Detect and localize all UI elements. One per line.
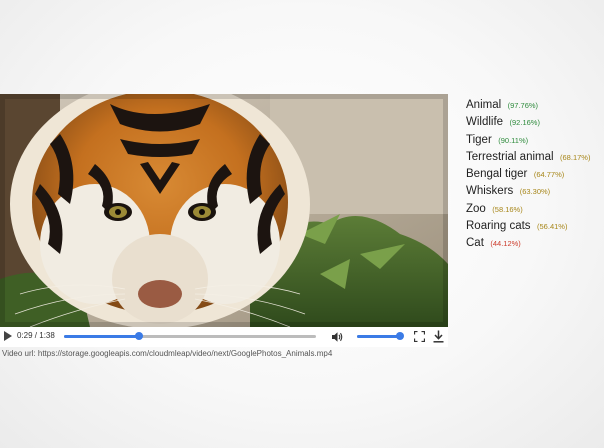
label-score: (58.16%) <box>492 204 523 214</box>
label-item: Animal (97.76%) <box>466 95 602 112</box>
label-name: Wildlife <box>466 116 504 129</box>
progress-thumb[interactable] <box>134 332 143 340</box>
fullscreen-icon[interactable] <box>414 331 425 342</box>
detected-labels-list: Animal (97.76%) Wildlife (92.16%) Tiger (9… <box>466 95 602 251</box>
label-score: (64.77%) <box>533 170 565 180</box>
player-controls: 0:29 / 1:38 <box>0 327 448 347</box>
label-item: Cat (44.12%) <box>466 233 602 250</box>
label-score: (97.76%) <box>507 101 539 110</box>
label-name: Zoo <box>466 202 486 215</box>
label-score: (92.16%) <box>509 118 540 128</box>
label-score: (90.11%) <box>498 135 529 145</box>
label-name: Cat <box>466 237 484 250</box>
label-name: Tiger <box>466 133 492 146</box>
label-item: Wildlife (92.16%) <box>466 112 602 129</box>
label-name: Bengal tiger <box>466 168 528 181</box>
progress-bar[interactable] <box>64 332 316 340</box>
label-score: (68.17%) <box>560 152 591 162</box>
label-score: (56.41%) <box>537 222 568 232</box>
time-total: 1:38 <box>39 331 55 340</box>
time-display: 0:29 / 1:38 <box>17 331 55 340</box>
video-url-caption: Video url: https://storage.googleapis.co… <box>2 349 333 358</box>
volume-slider[interactable] <box>357 332 404 340</box>
label-item: Roaring cats (56.41%) <box>466 216 602 233</box>
volume-fill <box>357 335 400 338</box>
progress-fill <box>64 335 139 338</box>
download-icon[interactable] <box>433 330 444 343</box>
label-score: (44.12%) <box>490 239 521 249</box>
label-item: Tiger (90.11%) <box>466 130 602 147</box>
label-score: (63.30%) <box>519 187 551 197</box>
label-item: Whiskers (63.30%) <box>466 181 602 198</box>
tiger-video-frame <box>0 94 448 327</box>
label-item: Bengal tiger (64.77%) <box>466 164 602 181</box>
label-name: Roaring cats <box>466 220 531 233</box>
time-current: 0:29 <box>17 331 33 340</box>
label-item: Zoo (58.16%) <box>466 199 602 216</box>
label-name: Terrestrial animal <box>466 150 554 163</box>
label-item: Terrestrial animal (68.17%) <box>466 147 602 164</box>
video-player[interactable] <box>0 94 448 327</box>
label-name: Animal <box>466 99 502 111</box>
play-icon[interactable] <box>4 331 12 341</box>
volume-icon[interactable] <box>331 331 343 343</box>
label-name: Whiskers <box>466 185 514 198</box>
volume-thumb[interactable] <box>395 332 404 340</box>
